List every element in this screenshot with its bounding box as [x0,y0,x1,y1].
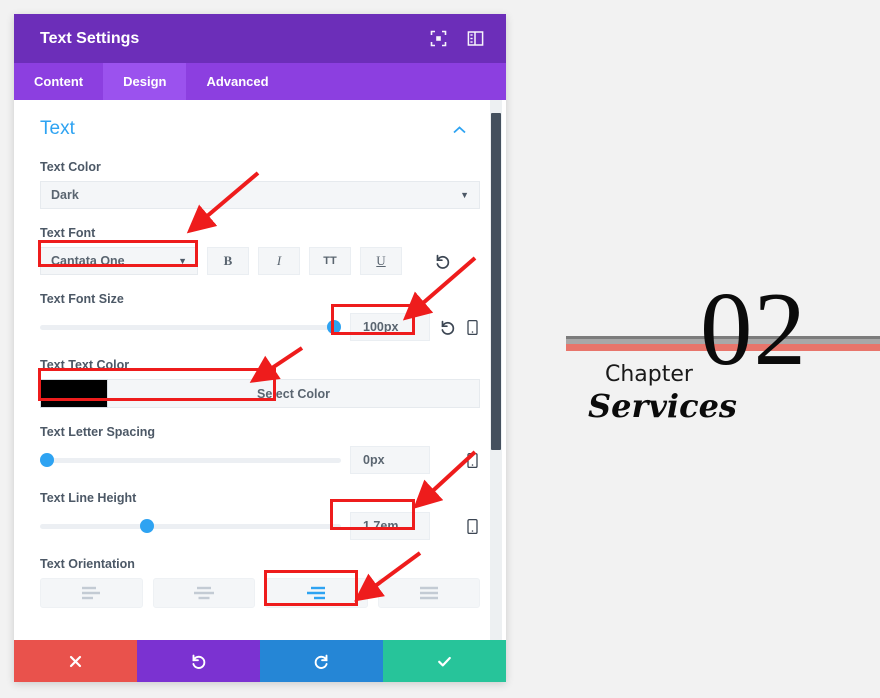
panel-body: Text Text Color Dark ▼ Text Font Cantata… [14,100,506,640]
align-left-button[interactable] [40,578,143,608]
select-color-button[interactable]: Select Color [108,379,480,408]
field-text-orientation: Text Orientation [40,557,480,608]
reset-icon[interactable] [434,253,451,270]
preview-chapter-number: 02 [700,270,807,387]
align-right-icon [307,586,326,600]
text-settings-panel: Text Settings Content Design Advanced Te… [14,14,506,682]
text-text-color-row: Select Color [40,379,480,408]
save-button[interactable] [383,640,506,682]
slider-knob[interactable] [140,519,155,533]
text-font-value: Cantata One [51,254,125,268]
field-text-font: Text Font Cantata One ▼ B I TT U [40,226,480,275]
label-text-color: Text Color [40,160,101,174]
close-icon [69,655,82,667]
color-swatch[interactable] [40,379,108,408]
text-font-size-slider[interactable] [40,319,341,335]
mobile-icon[interactable] [465,452,480,469]
label-text-text-color: Text Text Color [40,358,130,372]
check-icon [438,656,451,666]
italic-button[interactable]: I [258,247,300,275]
slider-knob[interactable] [40,453,54,467]
field-text-letter-spacing: Text Letter Spacing 0px [40,425,480,474]
chevron-down-icon: ▼ [460,190,469,200]
tab-advanced[interactable]: Advanced [186,63,288,100]
reset-icon[interactable] [439,319,456,336]
cancel-button[interactable] [14,640,137,682]
text-line-height-input[interactable]: 1.7em [350,512,430,540]
align-right-button[interactable] [265,578,368,608]
panel-scrollbar-thumb[interactable] [491,113,501,450]
text-font-size-row: 100px [40,313,480,341]
tab-content[interactable]: Content [14,63,103,100]
slider-knob[interactable] [327,320,341,334]
panel-title: Text Settings [40,29,140,47]
preview-chapter-title: Services [588,387,737,425]
text-font-row: Cantata One ▼ B I TT U [40,247,480,275]
section-title: Text [40,118,75,139]
field-text-text-color: Text Text Color Select Color [40,358,480,408]
slider-track [40,523,341,529]
slider-track [40,324,341,330]
text-font-select[interactable]: Cantata One ▼ [40,247,198,275]
label-text-letter-spacing: Text Letter Spacing [40,425,156,439]
underline-button[interactable]: U [360,247,402,275]
chevron-up-icon[interactable] [453,123,466,136]
uppercase-button[interactable]: TT [309,247,351,275]
bold-button[interactable]: B [207,247,249,275]
align-left-icon [82,586,101,600]
align-center-icon [193,586,214,600]
chevron-down-icon: ▼ [178,256,187,266]
preview-chapter-label: Chapter [605,362,693,387]
field-text-line-height: Text Line Height 1.7em [40,491,480,540]
text-line-height-slider[interactable] [40,518,341,534]
text-color-select[interactable]: Dark ▼ [40,181,480,209]
tab-design[interactable]: Design [103,63,187,100]
panel-tab-bar: Content Design Advanced [14,63,506,100]
label-text-font: Text Font [40,226,96,240]
text-font-size-input[interactable]: 100px [350,313,430,341]
undo-button[interactable] [137,640,260,682]
panel-footer [14,640,506,682]
label-text-font-size: Text Font Size [40,292,124,306]
text-letter-spacing-slider[interactable] [40,452,341,468]
redo-icon [314,654,328,669]
align-justify-icon [419,586,438,600]
field-text-font-size: Text Font Size 100px [40,292,480,341]
fullscreen-icon[interactable] [430,30,447,47]
text-letter-spacing-row: 0px [40,446,480,474]
panel-header-icons [430,30,484,47]
panel-layout-icon[interactable] [467,30,484,47]
settings-scroll-content: Text Text Color Dark ▼ Text Font Cantata… [14,100,506,640]
align-justify-button[interactable] [377,578,480,608]
redo-button[interactable] [260,640,383,682]
field-text-color: Text Color Dark ▼ [40,160,480,209]
mobile-icon[interactable] [465,518,480,535]
text-letter-spacing-input[interactable]: 0px [350,446,430,474]
label-text-line-height: Text Line Height [40,491,137,505]
text-color-value: Dark [51,188,79,202]
slider-track [40,457,341,463]
undo-icon [192,654,206,669]
align-center-button[interactable] [152,578,255,608]
panel-header: Text Settings [14,14,506,63]
text-section-header[interactable]: Text [40,118,480,140]
text-orientation-options [40,578,480,608]
mobile-icon[interactable] [465,319,480,336]
label-text-orientation: Text Orientation [40,557,135,571]
text-line-height-row: 1.7em [40,512,480,540]
page-preview-canvas: 02 Chapter Services [510,0,880,698]
